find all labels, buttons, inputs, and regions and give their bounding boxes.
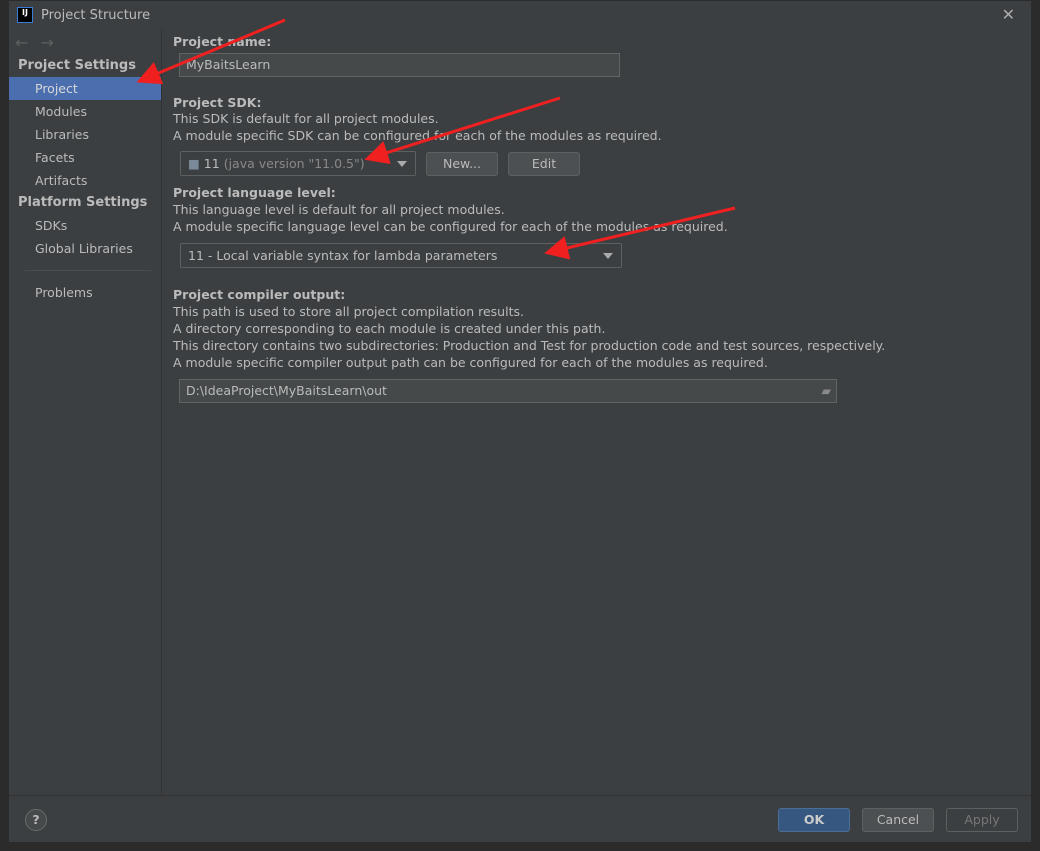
output-description-3: This directory contains two subdirectori… xyxy=(173,338,886,353)
apply-button[interactable]: Apply xyxy=(946,808,1018,832)
sdk-description-2: A module specific SDK can be configured … xyxy=(173,128,662,143)
help-button[interactable]: ? xyxy=(25,809,47,831)
sdk-dropdown[interactable]: ■ 11 (java version "11.0.5") xyxy=(180,151,416,176)
sidebar-item-modules[interactable]: Modules xyxy=(9,100,161,123)
ok-button[interactable]: OK xyxy=(778,808,850,832)
chevron-down-icon xyxy=(397,161,407,167)
compiler-output-label: Project compiler output: xyxy=(173,287,346,302)
group-project-settings: Project Settings xyxy=(18,58,136,73)
sidebar-item-problems[interactable]: Problems xyxy=(9,281,161,304)
intellij-logo-icon: IJ xyxy=(17,7,33,23)
sidebar-item-sdks[interactable]: SDKs xyxy=(9,214,161,237)
group-platform-settings: Platform Settings xyxy=(18,195,148,210)
sidebar-item-artifacts[interactable]: Artifacts xyxy=(9,169,161,192)
chevron-down-icon xyxy=(603,253,613,259)
project-sdk-label: Project SDK: xyxy=(173,95,262,110)
language-level-value: 11 - Local variable syntax for lambda pa… xyxy=(188,248,498,263)
language-description-1: This language level is default for all p… xyxy=(173,202,505,217)
project-structure-dialog: IJ Project Structure ✕ ← → Project Settin… xyxy=(8,0,1032,843)
sdk-version: (java version "11.0.5") xyxy=(223,156,365,171)
sidebar-item-facets[interactable]: Facets xyxy=(9,146,161,169)
title-bar: IJ Project Structure ✕ xyxy=(9,1,1031,29)
compiler-output-value: D:\IdeaProject\MyBaitsLearn\out xyxy=(186,383,387,398)
language-level-dropdown[interactable]: 11 - Local variable syntax for lambda pa… xyxy=(180,243,622,268)
dialog-footer: ? OK Cancel Apply xyxy=(9,795,1031,842)
sidebar-item-project[interactable]: Project xyxy=(9,77,161,100)
project-settings-panel: Project name: MyBaitsLearn Project SDK: … xyxy=(173,29,1031,796)
back-arrow-icon[interactable]: ← xyxy=(15,33,28,52)
language-description-2: A module specific language level can be … xyxy=(173,219,728,234)
divider xyxy=(25,270,151,271)
output-description-2: A directory corresponding to each module… xyxy=(173,321,606,336)
edit-sdk-button[interactable]: Edit xyxy=(508,152,580,176)
project-name-label: Project name: xyxy=(173,34,272,49)
folder-browse-icon[interactable]: ▰ xyxy=(821,380,831,402)
language-level-label: Project language level: xyxy=(173,185,336,200)
cancel-button[interactable]: Cancel xyxy=(862,808,934,832)
sidebar-item-global-libraries[interactable]: Global Libraries xyxy=(9,237,161,260)
forward-arrow-icon[interactable]: → xyxy=(40,33,53,52)
output-description-4: A module specific compiler output path c… xyxy=(173,355,768,370)
sdk-description-1: This SDK is default for all project modu… xyxy=(173,111,439,126)
close-icon[interactable]: ✕ xyxy=(1002,5,1015,24)
compiler-output-input[interactable]: D:\IdeaProject\MyBaitsLearn\out ▰ xyxy=(179,379,837,403)
sidebar-item-libraries[interactable]: Libraries xyxy=(9,123,161,146)
window-title: Project Structure xyxy=(41,7,151,23)
sidebar: ← → Project Settings Project Modules Libr… xyxy=(9,29,162,796)
sdk-value: 11 xyxy=(203,156,220,171)
output-description-1: This path is used to store all project c… xyxy=(173,304,524,319)
sdk-folder-icon: ■ xyxy=(188,156,200,171)
new-sdk-button[interactable]: New... xyxy=(426,152,498,176)
project-name-input[interactable]: MyBaitsLearn xyxy=(179,53,620,77)
